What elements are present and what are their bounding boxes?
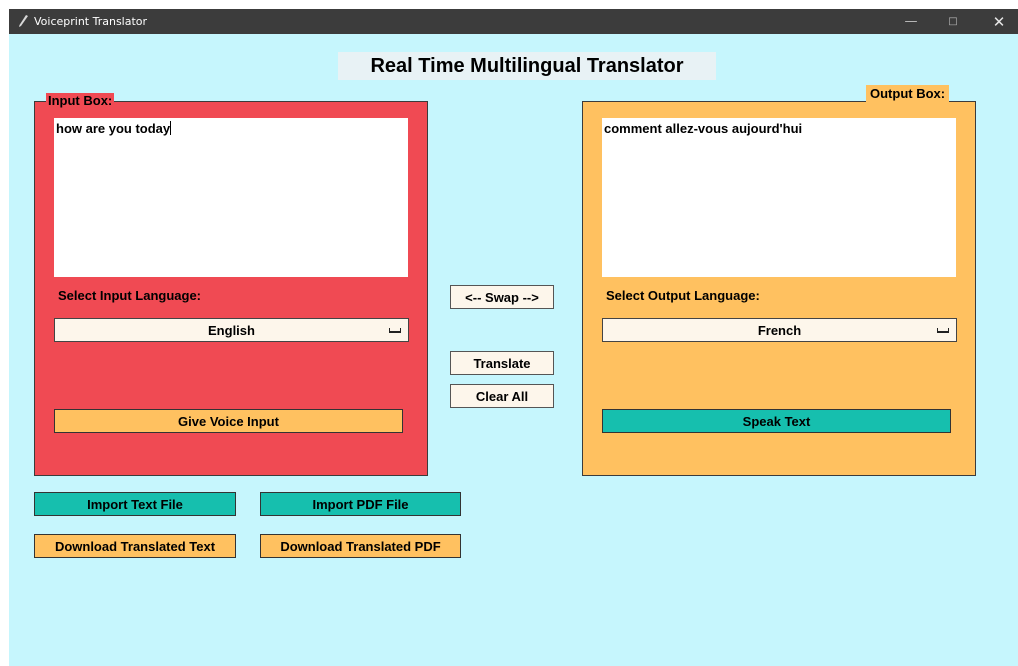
output-panel-legend: Output Box: xyxy=(866,85,950,103)
download-translated-pdf-button[interactable]: Download Translated PDF xyxy=(260,534,461,558)
give-voice-input-button[interactable]: Give Voice Input xyxy=(54,409,403,433)
input-language-select[interactable]: English xyxy=(54,318,409,342)
maximize-button[interactable]: □ xyxy=(935,9,971,34)
output-text: comment allez-vous aujourd'hui xyxy=(604,121,803,136)
page-title: Real Time Multilingual Translator xyxy=(338,52,716,80)
input-panel-legend: Input Box: xyxy=(46,93,115,109)
input-language-value: English xyxy=(208,322,255,338)
input-text: how are you today xyxy=(56,121,171,136)
text-caret xyxy=(170,121,172,135)
feather-pen-icon xyxy=(19,15,28,27)
title-bar: Voiceprint Translator — □ ✕ xyxy=(9,9,1018,34)
close-button[interactable]: ✕ xyxy=(981,9,1017,34)
dropdown-indicator-icon xyxy=(937,328,949,333)
import-pdf-file-button[interactable]: Import PDF File xyxy=(260,492,461,516)
translate-button[interactable]: Translate xyxy=(450,351,554,375)
output-language-value: French xyxy=(757,322,802,338)
output-language-label: Select Output Language: xyxy=(606,288,760,303)
swap-button[interactable]: <-- Swap --> xyxy=(450,285,554,309)
clear-all-button[interactable]: Clear All xyxy=(450,384,554,408)
input-text-area[interactable]: how are you today xyxy=(54,118,408,277)
output-language-select[interactable]: French xyxy=(602,318,957,342)
dropdown-indicator-icon xyxy=(389,328,401,333)
window-title: Voiceprint Translator xyxy=(34,15,148,28)
input-language-label: Select Input Language: xyxy=(58,288,202,303)
speak-text-button[interactable]: Speak Text xyxy=(602,409,951,433)
import-text-file-button[interactable]: Import Text File xyxy=(34,492,236,516)
download-translated-text-button[interactable]: Download Translated Text xyxy=(34,534,236,558)
minimize-button[interactable]: — xyxy=(893,9,929,34)
output-text-area[interactable]: comment allez-vous aujourd'hui xyxy=(602,118,956,277)
